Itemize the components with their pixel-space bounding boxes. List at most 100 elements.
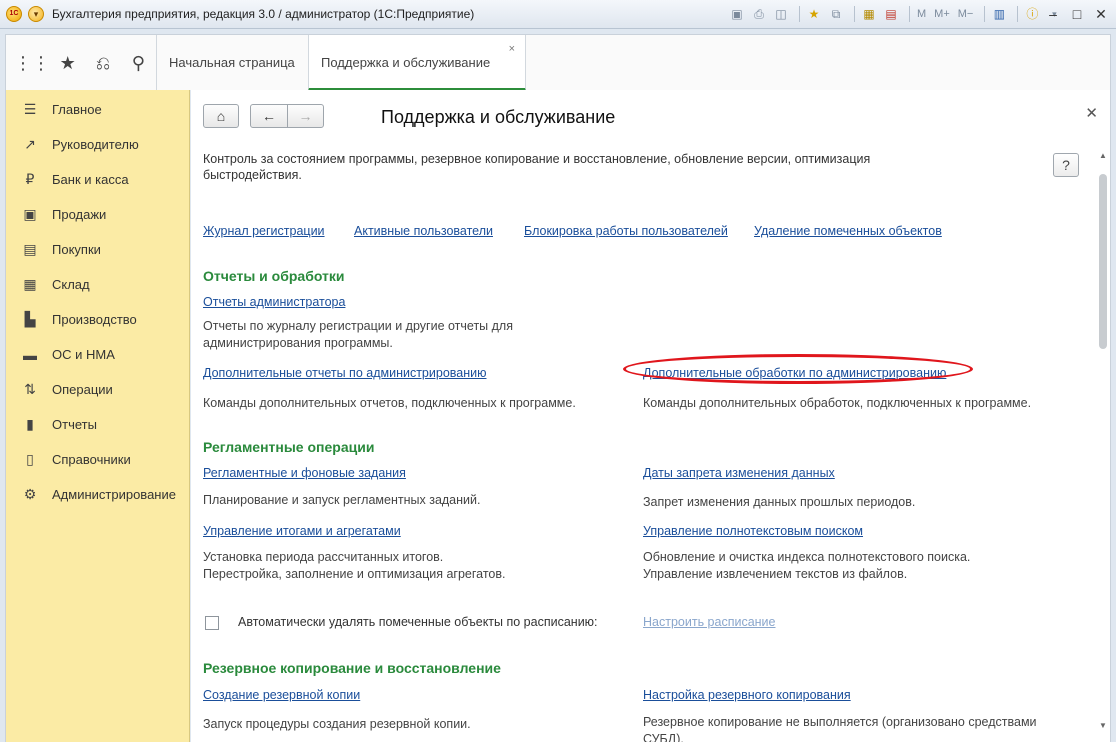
scroll-up-icon[interactable]: ▲ <box>1097 150 1109 162</box>
section-title-reports: Отчеты и обработки <box>203 268 345 284</box>
sidebar-item-label: Главное <box>52 102 102 117</box>
sidebar-item-bank[interactable]: ₽ Банк и касса <box>6 162 191 197</box>
auto-delete-checkbox[interactable] <box>205 616 219 630</box>
scroll-down-icon[interactable]: ▼ <box>1097 720 1109 732</box>
menu-icon: ☰ <box>23 101 37 117</box>
additional-processing-description: Команды дополнительных обработок, подклю… <box>643 396 1032 410</box>
toolbar-divider <box>1017 6 1019 22</box>
toolbar-divider <box>854 6 855 22</box>
bag-icon: ▣ <box>23 206 37 222</box>
search-icon[interactable]: ⚲ <box>121 48 156 78</box>
fulltext-search-description: Обновление и очистка индекса полнотексто… <box>643 550 971 581</box>
link-create-backup[interactable]: Создание резервной копии <box>203 688 360 702</box>
sidebar-item-manager[interactable]: ↗ Руководителю <box>6 127 191 162</box>
window-title: Бухгалтерия предприятия, редакция 3.0 / … <box>52 7 475 21</box>
info-icon[interactable]: ⓘ <box>1023 5 1041 23</box>
history-icon[interactable]: ⎌ <box>85 48 120 78</box>
admin-reports-description: Отчеты по журналу регистрации и другие о… <box>203 319 513 350</box>
sidebar-item-purchases[interactable]: ▤ Покупки <box>6 232 191 267</box>
memory-minus-button[interactable]: M− <box>956 5 976 23</box>
forward-button[interactable]: → <box>287 104 324 128</box>
highlight-ellipse <box>623 354 973 384</box>
totals-description: Установка периода рассчитанных итогов. П… <box>203 550 506 581</box>
panels-icon[interactable]: ▥ <box>990 5 1008 23</box>
additional-reports-description: Команды дополнительных отчетов, подключе… <box>203 396 576 410</box>
sidebar-item-label: ОС и НМА <box>52 347 115 362</box>
section-title-routine: Регламентные операции <box>203 439 375 455</box>
auto-delete-label: Автоматически удалять помеченные объекты… <box>238 615 598 629</box>
sidebar-item-operations[interactable]: ⇅ Операции <box>6 372 191 407</box>
calculator-icon[interactable]: ▦ <box>860 5 878 23</box>
minimize-button[interactable]: ‒ <box>1042 4 1064 24</box>
scheduled-jobs-description: Планирование и запуск регламентных задан… <box>203 493 481 507</box>
memory-plus-button[interactable]: M+ <box>932 5 952 23</box>
tab-home[interactable]: Начальная страница <box>156 35 308 91</box>
sidebar-item-sales[interactable]: ▣ Продажи <box>6 197 191 232</box>
link-event-log[interactable]: Журнал регистрации <box>203 224 325 238</box>
create-backup-description: Запуск процедуры создания резервной копи… <box>203 717 471 731</box>
page-description: Контроль за состоянием программы, резерв… <box>203 152 871 182</box>
title-toolbar: ▣ ⎙ ◫ ★ ⧉ ▦ ▤ M M+ M− ▥ ⓘ ▾ <box>728 5 1067 23</box>
close-tab-icon[interactable]: × <box>509 43 515 55</box>
sidebar-item-administration[interactable]: ⚙ Администрирование <box>6 477 191 512</box>
link-delete-marked[interactable]: Удаление помеченных объектов <box>754 224 942 238</box>
sidebar-item-label: Производство <box>52 312 137 327</box>
toolbar-divider <box>909 6 910 22</box>
link-totals-management[interactable]: Управление итогами и агрегатами <box>203 524 401 538</box>
maximize-button[interactable]: □ <box>1066 4 1088 24</box>
link-icon[interactable]: ⧉ <box>827 5 845 23</box>
sidebar-item-label: Отчеты <box>52 417 97 432</box>
apps-grid-icon[interactable]: ⋮⋮ <box>14 48 50 78</box>
favorites-icon[interactable]: ★ <box>50 48 85 78</box>
favorites-add-icon[interactable]: ★ <box>805 5 823 23</box>
trend-icon: ↗ <box>24 136 36 152</box>
bar-chart-icon: ▮ <box>26 416 34 432</box>
calendar-icon[interactable]: ▤ <box>882 5 900 23</box>
sidebar-item-label: Покупки <box>52 242 101 257</box>
quick-access-panel: ⋮⋮ ★ ⎌ ⚲ <box>6 35 156 91</box>
toolbar-divider <box>799 6 800 22</box>
tab-support[interactable]: Поддержка и обслуживание × <box>308 35 526 91</box>
link-additional-reports[interactable]: Дополнительные отчеты по администрирован… <box>203 366 486 380</box>
link-backup-settings[interactable]: Настройка резервного копирования <box>643 688 851 702</box>
sidebar-item-label: Банк и касса <box>52 172 129 187</box>
preview-icon[interactable]: ◫ <box>772 5 790 23</box>
link-active-users[interactable]: Активные пользователи <box>354 224 493 238</box>
sidebar-item-production[interactable]: ▙ Производство <box>6 302 191 337</box>
close-form-icon[interactable]: ✕ <box>1085 104 1098 122</box>
toolbar-divider <box>984 6 986 22</box>
gear-icon: ⚙ <box>23 486 37 502</box>
sidebar-item-assets[interactable]: ▬ ОС и НМА <box>6 337 191 372</box>
warehouse-icon: ▦ <box>23 276 37 292</box>
help-button[interactable]: ? <box>1053 153 1079 177</box>
back-button[interactable]: ← <box>250 104 288 128</box>
link-lock-users[interactable]: Блокировка работы пользователей <box>524 224 728 238</box>
link-fulltext-search[interactable]: Управление полнотекстовым поиском <box>643 524 863 538</box>
tab-label: Поддержка и обслуживание <box>321 55 491 70</box>
link-prohibition-dates[interactable]: Даты запрета изменения данных <box>643 466 835 480</box>
link-scheduled-jobs[interactable]: Регламентные и фоновые задания <box>203 466 406 480</box>
top-panel: ⋮⋮ ★ ⎌ ⚲ Начальная страница Поддержка и … <box>5 34 1111 91</box>
sidebar: ☰ Главное ↗ Руководителю ₽ Банк и касса … <box>5 90 190 742</box>
print-icon[interactable]: ⎙ <box>750 5 768 23</box>
memory-button[interactable]: M <box>915 5 928 23</box>
cart-icon: ▤ <box>23 241 37 257</box>
book-icon: ▯ <box>26 451 34 467</box>
app-logo-icon: 1С <box>6 6 22 22</box>
sidebar-item-catalogs[interactable]: ▯ Справочники <box>6 442 191 477</box>
sidebar-item-warehouse[interactable]: ▦ Склад <box>6 267 191 302</box>
operations-icon: ⇅ <box>24 381 36 397</box>
sidebar-item-main[interactable]: ☰ Главное <box>6 92 191 127</box>
sidebar-item-label: Справочники <box>52 452 131 467</box>
sidebar-item-label: Продажи <box>52 207 107 222</box>
save-icon[interactable]: ▣ <box>728 5 746 23</box>
main-menu-button[interactable]: ▾ <box>28 6 44 22</box>
close-window-button[interactable]: ✕ <box>1090 4 1112 24</box>
home-button[interactable]: ⌂ <box>203 104 239 128</box>
ruble-icon: ₽ <box>25 171 35 187</box>
link-configure-schedule[interactable]: Настроить расписание <box>643 615 776 629</box>
link-admin-reports[interactable]: Отчеты администратора <box>203 295 345 309</box>
vertical-scrollbar[interactable]: ▲ ▼ <box>1097 150 1109 740</box>
scrollbar-thumb[interactable] <box>1099 174 1107 349</box>
sidebar-item-reports[interactable]: ▮ Отчеты <box>6 407 191 442</box>
